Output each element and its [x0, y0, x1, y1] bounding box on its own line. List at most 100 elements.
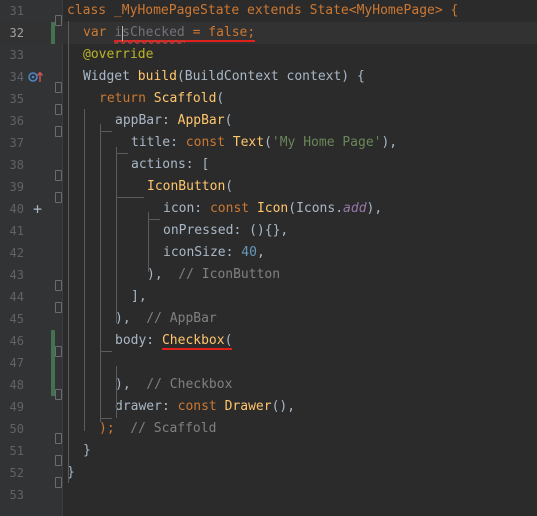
fold-marker-icon[interactable] — [55, 126, 62, 137]
fold-marker-icon[interactable] — [55, 192, 62, 203]
code-line[interactable]: 51 } — [0, 440, 537, 462]
token: IconButton — [147, 179, 226, 194]
token: title: — [131, 135, 186, 150]
token: ), — [147, 267, 163, 282]
code-text: IconButton( — [147, 176, 233, 198]
token: iconSize: — [163, 245, 242, 260]
fold-marker-icon[interactable] — [55, 280, 62, 291]
code-line[interactable]: 50 ); // Scaffold — [0, 418, 537, 440]
code-text: ), // Checkbox — [115, 374, 232, 396]
code-line[interactable]: 43 ), // IconButton — [0, 264, 537, 286]
token: // Scaffold — [114, 421, 217, 436]
token: return — [99, 91, 154, 106]
line-number: 35 — [9, 92, 24, 106]
indent-guide — [116, 366, 117, 418]
code-line[interactable]: 34 Widget build(BuildContext context) { — [0, 66, 537, 88]
token: drawer: — [115, 399, 178, 414]
code-text: ), // AppBar — [115, 308, 217, 330]
code-line[interactable]: 42 iconSize: 40, — [0, 242, 537, 264]
token: const — [185, 135, 233, 150]
indent-guide — [148, 219, 160, 220]
fold-marker-icon[interactable] — [55, 477, 62, 488]
code-line[interactable]: 35 return Scaffold( — [0, 88, 537, 110]
add-icon[interactable]: + — [33, 202, 42, 217]
token: ( — [264, 135, 272, 150]
line-number: 45 — [9, 312, 24, 326]
code-text: actions: [ — [131, 157, 210, 172]
fold-marker-icon[interactable] — [55, 455, 62, 466]
code-text: ); // Scaffold — [99, 418, 216, 440]
indent-guide — [116, 153, 128, 154]
code-line[interactable]: 47 — [0, 352, 537, 374]
code-text: drawer: const Drawer(), — [115, 396, 295, 418]
code-text: ], — [131, 289, 147, 304]
code-line[interactable]: 36 appBar: AppBar( — [0, 110, 537, 132]
code-line[interactable]: 33 @override — [0, 44, 537, 66]
fold-marker-icon[interactable] — [55, 15, 62, 26]
token: Checkbox — [161, 333, 225, 348]
error-underline: isChecked = false; — [114, 25, 256, 42]
fold-marker-icon[interactable] — [55, 104, 62, 115]
token: icon: — [163, 201, 210, 216]
line-number: 34 — [9, 70, 24, 84]
token: const — [177, 399, 225, 414]
code-line[interactable]: 38 actions: [ — [0, 154, 537, 176]
line-number: 40 — [9, 202, 24, 216]
line-number: 41 — [9, 224, 24, 238]
code-text: appBar: AppBar( — [115, 110, 232, 132]
indent-guide — [100, 131, 112, 132]
token: = false; — [184, 25, 256, 40]
line-number: 47 — [9, 356, 24, 370]
indent-guide — [100, 124, 101, 422]
code-line[interactable]: 45 ), // AppBar — [0, 308, 537, 330]
token: ), — [115, 311, 131, 326]
line-number: 51 — [9, 444, 24, 458]
token: ( — [224, 333, 233, 348]
indent-guide — [116, 147, 117, 323]
line-number: 36 — [9, 114, 24, 128]
fold-marker-icon[interactable] — [55, 302, 62, 313]
line-number: 49 — [9, 400, 24, 414]
line-number: 38 — [9, 158, 24, 172]
token: Icon — [256, 201, 289, 216]
code-line[interactable]: 52 } — [0, 462, 537, 484]
text-caret — [122, 26, 123, 41]
code-line[interactable]: 49 drawer: const Drawer(), — [0, 396, 537, 418]
token: // AppBar — [130, 311, 217, 326]
fold-marker-icon[interactable] — [55, 346, 62, 357]
token: (), — [271, 399, 296, 414]
error-underline: Checkbox( — [161, 333, 233, 350]
code-text: } — [83, 443, 91, 458]
token: // IconButton — [162, 267, 281, 282]
fold-marker-icon[interactable] — [55, 433, 62, 444]
code-line[interactable]: 31 class _MyHomePageState extends State<… — [0, 0, 537, 22]
code-line[interactable]: 40 icon: const Icon(Icons.add), — [0, 198, 537, 220]
code-line[interactable]: 53 — [0, 484, 537, 506]
line-number: 50 — [9, 422, 24, 436]
override-method-icon[interactable] — [28, 70, 44, 87]
code-editor[interactable]: 31 class _MyHomePageState extends State<… — [0, 0, 537, 516]
override-method-icon-svg — [28, 71, 44, 82]
token: appBar: — [115, 113, 178, 128]
code-text: iconSize: 40, — [163, 242, 265, 264]
code-text: onPressed: (){}, — [163, 223, 289, 238]
fold-marker-icon[interactable] — [55, 170, 62, 181]
line-number: 32 — [9, 26, 24, 40]
token: ), — [381, 135, 398, 150]
code-text: @override — [83, 47, 154, 62]
code-line[interactable]: 37 title: const Text('My Home Page'), — [0, 132, 537, 154]
code-line[interactable]: 44 ], — [0, 286, 537, 308]
fold-marker-icon[interactable] — [55, 389, 62, 400]
code-text: Widget build(BuildContext context) { — [83, 66, 365, 88]
code-line[interactable]: 48 ), // Checkbox — [0, 374, 537, 396]
token: 40 — [241, 245, 257, 260]
code-line[interactable]: 41 onPressed: (){}, — [0, 220, 537, 242]
code-line[interactable]: 39 IconButton( — [0, 176, 537, 198]
code-line-current[interactable]: 32 var isChecked = false; — [0, 22, 537, 44]
fold-marker-icon[interactable] — [55, 82, 62, 93]
token: (Icons. — [288, 201, 344, 216]
line-number: 53 — [9, 488, 24, 502]
code-text: body: Checkbox( — [115, 330, 233, 352]
line-number: 37 — [9, 136, 24, 150]
code-line[interactable]: 46 body: Checkbox( — [0, 330, 537, 352]
